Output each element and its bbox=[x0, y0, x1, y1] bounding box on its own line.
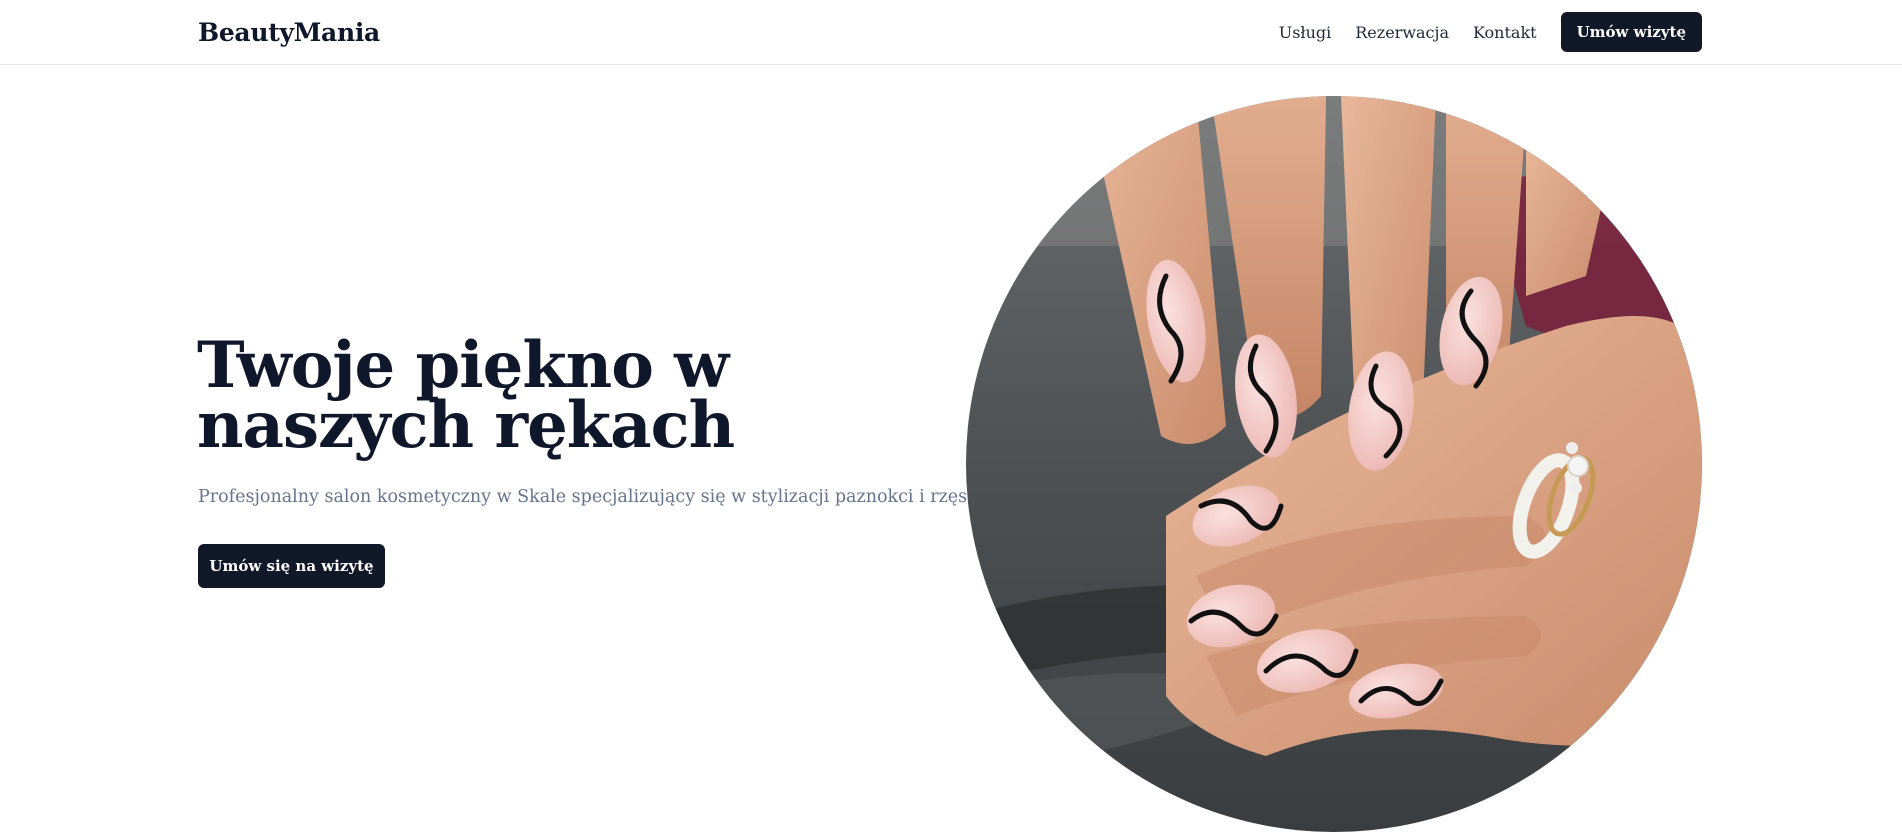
hero-nails-image bbox=[966, 96, 1702, 832]
hero-subtitle: Profesjonalny salon kosmetyczny w Skale … bbox=[198, 487, 968, 507]
book-appointment-button[interactable]: Umów wizytę bbox=[1560, 12, 1702, 52]
brand-logo[interactable]: BeautyMania bbox=[198, 18, 380, 47]
site-header: BeautyMania Usługi Rezerwacja Kontakt Um… bbox=[0, 0, 1902, 65]
nav-link-booking[interactable]: Rezerwacja bbox=[1355, 23, 1449, 42]
nav-link-contact[interactable]: Kontakt bbox=[1473, 23, 1537, 42]
main-nav: Usługi Rezerwacja Kontakt Umów wizytę bbox=[1279, 12, 1702, 52]
hero-book-button[interactable]: Umów się na wizytę bbox=[198, 544, 385, 588]
hero-title: Twoje piękno w naszych rękach bbox=[197, 328, 735, 463]
nav-link-services[interactable]: Usługi bbox=[1279, 23, 1332, 42]
